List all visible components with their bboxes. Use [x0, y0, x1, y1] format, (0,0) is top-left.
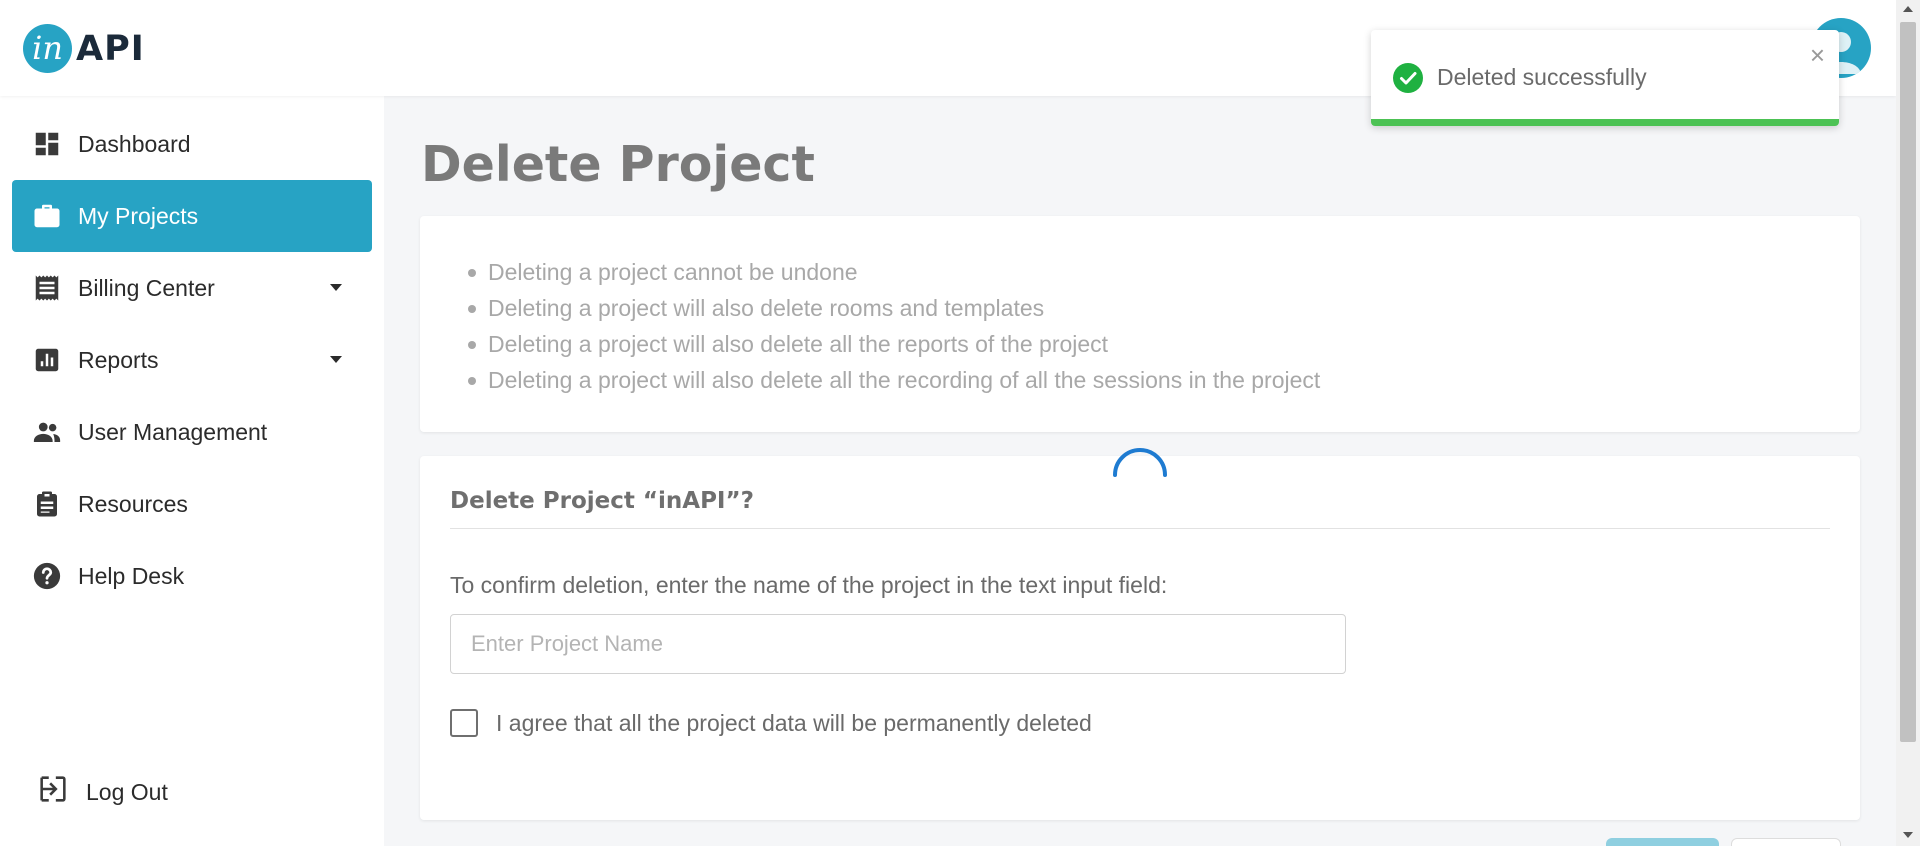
- page-title: Delete Project: [421, 136, 815, 193]
- warning-list: Deleting a project cannot be undone Dele…: [468, 254, 1320, 398]
- sidebar-item-label: Reports: [78, 346, 159, 373]
- sidebar: Dashboard My Projects Billing Center Rep…: [0, 96, 384, 846]
- delete-form-heading: Delete Project “inAPI”?: [450, 488, 754, 514]
- sidebar-item-label: Dashboard: [78, 130, 191, 157]
- sidebar-item-help-desk[interactable]: Help Desk: [12, 540, 372, 612]
- page-scrollbar[interactable]: [1896, 0, 1920, 846]
- sidebar-item-label: Billing Center: [78, 274, 215, 301]
- agree-checkbox[interactable]: [450, 709, 478, 737]
- toast-progress-bar: [1371, 119, 1839, 126]
- cancel-button[interactable]: [1731, 838, 1841, 846]
- dashboard-icon: [32, 129, 62, 159]
- help-icon: [32, 561, 62, 591]
- sidebar-item-resources[interactable]: Resources: [12, 468, 372, 540]
- success-toast: Deleted successfully ×: [1371, 30, 1839, 126]
- project-name-input[interactable]: [450, 614, 1346, 674]
- logo-text: API: [76, 28, 145, 69]
- delete-button[interactable]: [1606, 838, 1719, 846]
- list-item: Deleting a project will also delete all …: [468, 362, 1320, 398]
- sidebar-item-label: My Projects: [78, 202, 199, 229]
- app-logo[interactable]: in API: [23, 24, 145, 73]
- clipboard-icon: [32, 489, 62, 519]
- logo-mark: in: [23, 24, 72, 73]
- sidebar-item-label: Resources: [78, 490, 188, 517]
- sidebar-item-dashboard[interactable]: Dashboard: [12, 108, 372, 180]
- chevron-down-icon[interactable]: [330, 284, 342, 291]
- logout-label: Log Out: [86, 778, 168, 805]
- sidebar-item-billing-center[interactable]: Billing Center: [12, 252, 372, 324]
- chevron-down-icon[interactable]: [330, 356, 342, 363]
- sidebar-item-label: User Management: [78, 418, 268, 445]
- scrollbar-thumb[interactable]: [1900, 22, 1916, 742]
- logout-icon: [36, 772, 70, 812]
- check-circle-icon: [1393, 63, 1423, 93]
- delete-confirm-card: Delete Project “inAPI”? To confirm delet…: [420, 456, 1860, 820]
- sidebar-item-reports[interactable]: Reports: [12, 324, 372, 396]
- logout-button[interactable]: Log Out: [36, 772, 168, 812]
- list-item: Deleting a project will also delete all …: [468, 326, 1320, 362]
- loading-spinner-icon: [1113, 448, 1167, 477]
- confirm-instruction: To confirm deletion, enter the name of t…: [450, 572, 1168, 598]
- warning-card: Deleting a project cannot be undone Dele…: [420, 216, 1860, 432]
- scroll-down-arrow-icon[interactable]: [1903, 832, 1913, 838]
- people-icon: [32, 417, 62, 447]
- scroll-up-arrow-icon[interactable]: [1903, 6, 1913, 12]
- receipt-icon: [32, 273, 62, 303]
- sidebar-item-label: Help Desk: [78, 562, 185, 589]
- close-icon[interactable]: ×: [1810, 42, 1825, 68]
- list-item: Deleting a project will also delete room…: [468, 290, 1320, 326]
- list-item: Deleting a project cannot be undone: [468, 254, 1320, 290]
- sidebar-item-user-management[interactable]: User Management: [12, 396, 372, 468]
- divider: [450, 528, 1830, 529]
- toast-message: Deleted successfully: [1437, 64, 1647, 90]
- sidebar-item-my-projects[interactable]: My Projects: [12, 180, 372, 252]
- agree-checkbox-row[interactable]: I agree that all the project data will b…: [450, 709, 1092, 737]
- briefcase-icon: [32, 201, 62, 231]
- bar-chart-icon: [32, 345, 62, 375]
- agree-label: I agree that all the project data will b…: [496, 709, 1092, 736]
